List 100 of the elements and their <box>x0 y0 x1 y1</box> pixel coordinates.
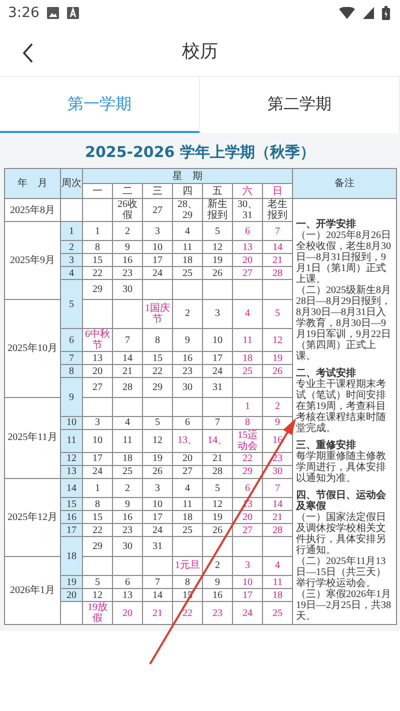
day-cell: 7 <box>142 576 172 588</box>
day-cell: 28 <box>262 524 293 537</box>
day-cell: 14、 <box>202 429 232 452</box>
day-cell: 27 <box>142 198 172 222</box>
day-cell: 15运动会 <box>232 429 262 452</box>
calendar-title: 2025-2026 学年上学期（秋季） <box>84 143 316 162</box>
day-cell: 18 <box>112 452 142 466</box>
day-cell: 19 <box>202 510 232 524</box>
month-cell: 2025年8月 <box>4 198 60 222</box>
keyboard-icon <box>67 7 80 19</box>
day-cell: 23 <box>172 364 202 378</box>
day-cell: 21 <box>262 510 293 524</box>
day-cell: 12 <box>82 588 112 602</box>
weekday-header: 二 <box>112 184 142 198</box>
note-text: 每学期重修随主修教学周进行，具体安排以通知为准。 <box>296 451 388 484</box>
day-cell: 10 <box>202 328 232 352</box>
weekday-header: 五 <box>202 184 232 198</box>
day-cell: 24 <box>142 524 172 537</box>
day-cell: 26收假 <box>112 198 142 222</box>
week-cell: 18 <box>60 536 82 576</box>
day-cell: 30 <box>112 536 142 556</box>
day-cell: 6中秋节 <box>82 328 112 352</box>
day-cell: 6 <box>112 576 142 588</box>
signal-icon <box>363 7 374 19</box>
day-cell: 8 <box>82 498 112 511</box>
day-cell: 17 <box>142 254 172 267</box>
day-cell: 18 <box>232 352 262 365</box>
note-text: （二）2025年11月13日—15日（共三天）举行学校运动会。 <box>296 556 388 589</box>
day-cell: 1元旦 <box>172 556 202 576</box>
day-cell: 3 <box>142 222 172 241</box>
note-heading: 二、考试安排 <box>296 368 356 379</box>
chevron-left-icon <box>22 43 34 63</box>
column-header: 年 月 <box>4 168 60 198</box>
day-cell: 3 <box>82 416 112 430</box>
day-cell: 31 <box>202 378 232 397</box>
day-cell: 23 <box>112 524 142 537</box>
day-cell: 7 <box>202 416 232 430</box>
day-cell: 29 <box>232 465 262 478</box>
day-cell: 2 <box>112 478 142 498</box>
day-cell: 19 <box>202 254 232 267</box>
day-cell: 24 <box>142 266 172 280</box>
day-cell: 8 <box>172 576 202 588</box>
day-cell: 18 <box>172 510 202 524</box>
day-cell: 13 <box>112 588 142 602</box>
day-cell: 10 <box>142 240 172 254</box>
day-cell: 13 <box>232 240 262 254</box>
day-cell: 21 <box>202 452 232 466</box>
day-cell: 30 <box>112 280 142 300</box>
day-cell: 12 <box>202 240 232 254</box>
day-cell: 16 <box>172 352 202 365</box>
day-cell: 21 <box>262 254 293 267</box>
day-cell: 31 <box>142 536 172 556</box>
day-cell: 21 <box>142 602 172 624</box>
day-cell: 26 <box>262 364 293 378</box>
day-cell: 10 <box>82 429 112 452</box>
day-cell: 11 <box>232 328 262 352</box>
day-cell: 29 <box>142 378 172 397</box>
day-cell: 11 <box>262 576 293 588</box>
day-cell: 19放假 <box>82 602 112 624</box>
battery-icon <box>382 6 390 20</box>
day-cell: 25 <box>172 266 202 280</box>
week-cell: 14 <box>60 478 82 498</box>
day-cell: 11 <box>112 429 142 452</box>
day-cell: 13、 <box>172 429 202 452</box>
weekday-header: 六 <box>232 184 262 198</box>
day-cell: 25 <box>232 364 262 378</box>
day-cell: 27 <box>82 378 112 397</box>
day-cell: 14 <box>112 352 142 365</box>
column-header: 星 期 <box>82 168 293 184</box>
day-cell: 1 <box>82 478 112 498</box>
day-cell: 22 <box>142 364 172 378</box>
week-cell: 1 <box>60 222 82 241</box>
day-cell: 17 <box>232 588 262 602</box>
day-cell: 26 <box>142 465 172 478</box>
day-cell: 20 <box>82 364 112 378</box>
day-cell: 17 <box>142 510 172 524</box>
day-cell: 21 <box>112 364 142 378</box>
day-cell: 27 <box>232 266 262 280</box>
day-cell: 4 <box>112 416 142 430</box>
note-text: （一）2025年8月26日全校收假，老生8月30日—8月31日报到，9月1日（第1周）正式上课。 <box>296 230 392 285</box>
day-cell: 1 <box>82 222 112 241</box>
day-cell: 14 <box>262 240 293 254</box>
day-cell: 15 <box>82 254 112 267</box>
day-cell: 28 <box>202 465 232 478</box>
day-cell: 17 <box>82 452 112 466</box>
day-cell: 3 <box>202 299 232 329</box>
day-cell: 22 <box>82 524 112 537</box>
status-time: 3:26 <box>8 5 40 21</box>
day-cell: 27 <box>232 524 262 537</box>
day-cell: 6 <box>232 478 262 498</box>
day-cell: 6 <box>232 222 262 241</box>
day-cell: 26 <box>202 266 232 280</box>
day-cell: 20 <box>112 602 142 624</box>
day-cell: 25 <box>112 465 142 478</box>
day-cell: 30、31 <box>232 198 262 222</box>
day-cell: 24 <box>82 465 112 478</box>
day-cell: 14 <box>262 498 293 511</box>
day-cell: 5 <box>202 478 232 498</box>
day-cell: 11 <box>172 498 202 511</box>
day-cell: 新生报到 <box>202 198 232 222</box>
